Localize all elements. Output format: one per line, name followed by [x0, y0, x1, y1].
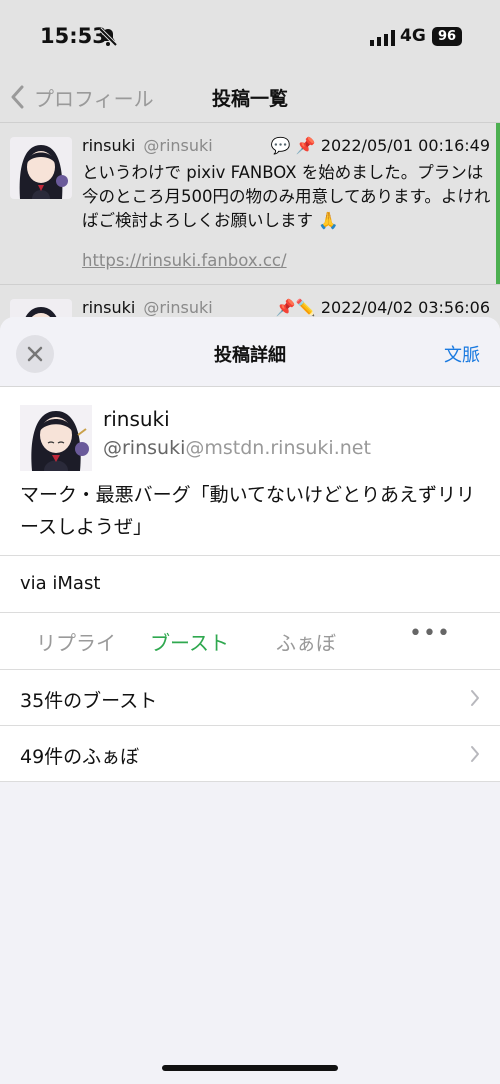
back-label: プロフィール	[34, 86, 154, 111]
home-indicator[interactable]	[162, 1065, 338, 1071]
post-body: というわけで pixiv FANBOX を始めました。プランは今のところ月500…	[82, 163, 491, 230]
sheet-header: 投稿詳細 文脈	[0, 317, 500, 387]
background-screen: 15:53 4G 96 投稿一覧 プロフィール rinsuki @rinsuki…	[0, 0, 500, 361]
post-badges: 📌✏️	[275, 298, 316, 317]
post-date: 2022/04/02 03:56:06	[320, 298, 490, 317]
sheet-title: 投稿詳細	[214, 345, 286, 366]
post-badges: 💬 📌	[270, 136, 316, 155]
back-button[interactable]: プロフィール	[10, 84, 154, 111]
chevron-right-icon	[471, 746, 479, 762]
favourite-button[interactable]: ふぁぼ	[276, 627, 336, 656]
bell-slash-icon	[98, 27, 118, 47]
author-domain: @mstdn.rinsuki.net	[185, 437, 371, 459]
post-detail: rinsuki @rinsuki@mstdn.rinsuki.net マーク・最…	[0, 387, 500, 556]
boost-button[interactable]: ブースト	[150, 627, 229, 656]
author-handle: @rinsuki@mstdn.rinsuki.net	[103, 437, 371, 459]
avatar[interactable]	[10, 137, 72, 199]
status-bar: 15:53 4G 96	[0, 0, 500, 72]
signal-icon	[370, 30, 395, 46]
client-info: via iMast	[0, 556, 500, 613]
reply-button[interactable]: リプライ	[36, 627, 116, 656]
post-meta: 💬 📌 2022/05/01 00:16:49	[271, 136, 490, 155]
post-content: マーク・最悪バーグ「動いてないけどとりあえずリリースしようぜ」	[20, 484, 476, 538]
post-handle: @rinsuki	[143, 298, 213, 317]
chevron-right-icon	[471, 690, 479, 706]
thread-indicator	[496, 123, 500, 285]
network-type: 4G	[400, 26, 426, 46]
boost-count-label: 35件のブースト	[20, 690, 158, 712]
post-meta: 📌✏️ 2022/04/02 03:56:06	[276, 298, 490, 317]
post-date: 2022/05/01 00:16:49	[320, 136, 490, 155]
nav-bar: 投稿一覧 プロフィール	[0, 72, 500, 122]
context-button[interactable]: 文脈	[444, 341, 480, 367]
timeline-post[interactable]: rinsuki @rinsuki 💬 📌 2022/05/01 00:16:49 …	[0, 122, 500, 285]
more-button[interactable]: •••	[409, 621, 451, 646]
boost-count-row[interactable]: 35件のブースト	[0, 670, 500, 726]
via-label: via iMast	[20, 573, 101, 594]
post-author: rinsuki @rinsuki	[82, 136, 213, 155]
avatar[interactable]	[20, 405, 92, 471]
favourite-count-label: 49件のふぁぼ	[20, 746, 140, 768]
chevron-left-icon	[11, 85, 24, 109]
author-name: rinsuki	[103, 407, 170, 431]
post-handle: @rinsuki	[143, 136, 213, 155]
post-detail-sheet: 投稿詳細 文脈 rinsuki @rinsuki@mstdn.rinsuki.n…	[0, 317, 500, 1084]
post-link[interactable]: https://rinsuki.fanbox.cc/	[82, 251, 287, 270]
status-time: 15:53	[40, 24, 107, 48]
post-author: rinsuki @rinsuki	[82, 298, 213, 317]
battery-indicator: 96	[432, 27, 462, 46]
favourite-count-row[interactable]: 49件のふぁぼ	[0, 726, 500, 782]
action-bar: リプライ ブースト ふぁぼ •••	[0, 613, 500, 670]
